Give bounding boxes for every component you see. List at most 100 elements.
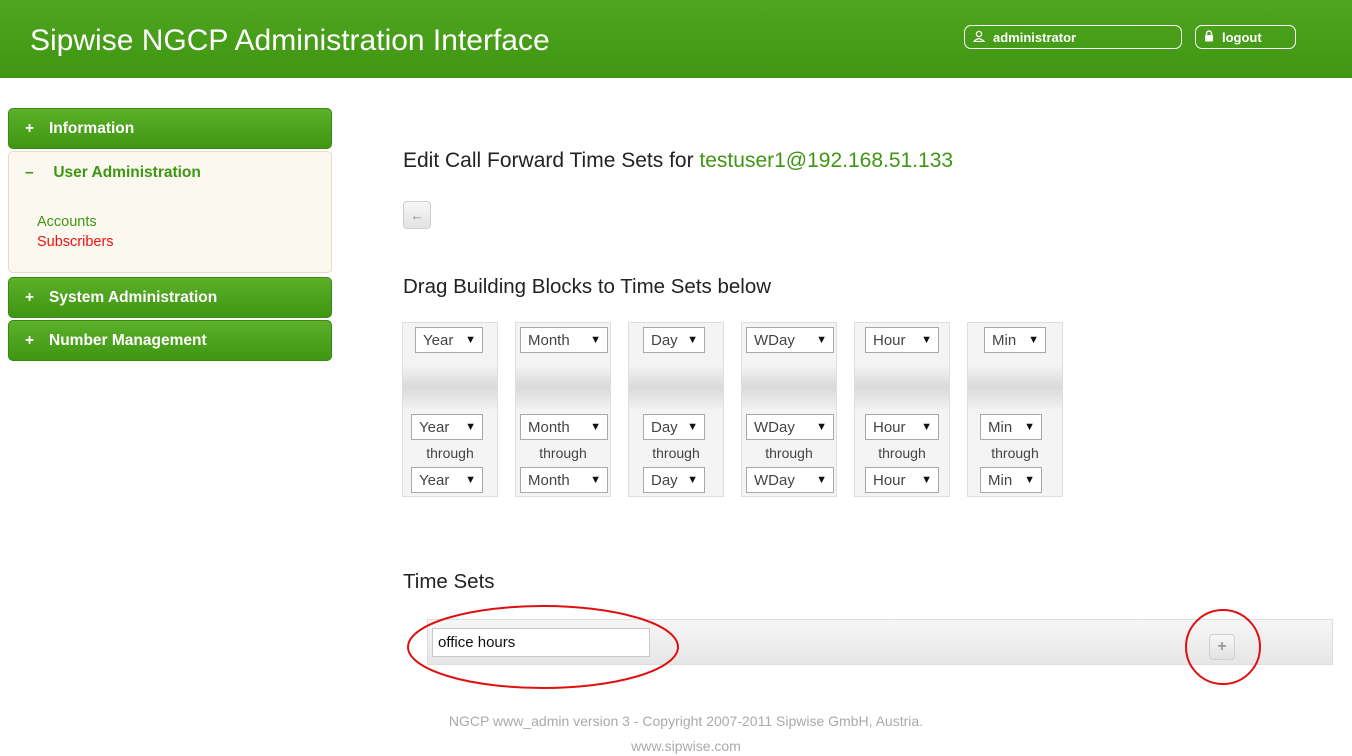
select-value: WDay bbox=[754, 471, 795, 489]
user-icon bbox=[972, 30, 986, 45]
sidebar-item-label: System Administration bbox=[49, 288, 218, 306]
time-set-name-input[interactable]: office hours bbox=[432, 628, 650, 657]
user-account-button[interactable]: administrator bbox=[964, 25, 1182, 49]
select-value: Month bbox=[528, 331, 570, 349]
dropdown-arrow-icon: ▼ bbox=[816, 474, 827, 486]
select-value: WDay bbox=[754, 418, 795, 436]
select-value: Year bbox=[419, 418, 450, 436]
logout-label: logout bbox=[1222, 29, 1262, 45]
day-select[interactable]: Day ▼ bbox=[643, 327, 705, 353]
wday-from-select[interactable]: WDay ▼ bbox=[746, 414, 834, 440]
wday-to-select[interactable]: WDay ▼ bbox=[746, 467, 834, 493]
expand-icon: + bbox=[25, 119, 35, 137]
hour-from-select[interactable]: Hour ▼ bbox=[865, 414, 939, 440]
building-block-day[interactable]: Day ▼ Day ▼ through Day ▼ bbox=[628, 322, 724, 497]
sidebar-link-subscribers[interactable]: Subscribers bbox=[37, 234, 114, 250]
block-divider bbox=[968, 365, 1062, 409]
through-label: through bbox=[991, 445, 1039, 461]
select-value: Min bbox=[988, 471, 1013, 489]
block-divider bbox=[516, 365, 610, 409]
dropdown-arrow-icon: ▼ bbox=[590, 474, 601, 486]
day-to-select[interactable]: Day ▼ bbox=[643, 467, 705, 493]
select-value: Min bbox=[988, 418, 1013, 436]
select-value: Min bbox=[992, 331, 1017, 349]
year-from-select[interactable]: Year ▼ bbox=[411, 414, 483, 440]
select-value: Day bbox=[651, 418, 678, 436]
add-time-set-button[interactable]: + bbox=[1209, 634, 1235, 660]
plus-icon: + bbox=[1217, 638, 1227, 655]
select-value: WDay bbox=[754, 331, 795, 349]
through-label: through bbox=[539, 445, 587, 461]
sidebar-link-accounts[interactable]: Accounts bbox=[37, 214, 97, 230]
min-from-select[interactable]: Min ▼ bbox=[980, 414, 1042, 440]
footer-website-link[interactable]: www.sipwise.com bbox=[631, 738, 741, 754]
block-divider bbox=[629, 365, 723, 409]
select-value: Day bbox=[651, 331, 678, 349]
sidebar-item-label: User Administration bbox=[53, 164, 201, 181]
dropdown-arrow-icon: ▼ bbox=[1024, 421, 1035, 433]
min-to-select[interactable]: Min ▼ bbox=[980, 467, 1042, 493]
dropdown-arrow-icon: ▼ bbox=[921, 474, 932, 486]
dropdown-arrow-icon: ▼ bbox=[1028, 334, 1039, 346]
dropdown-arrow-icon: ▼ bbox=[816, 421, 827, 433]
dropdown-arrow-icon: ▼ bbox=[687, 474, 698, 486]
select-value: Hour bbox=[873, 471, 906, 489]
day-from-select[interactable]: Day ▼ bbox=[643, 414, 705, 440]
building-block-min[interactable]: Min ▼ Min ▼ through Min ▼ bbox=[967, 322, 1063, 497]
sidebar-item-number-management[interactable]: + Number Management bbox=[8, 320, 332, 361]
page-title-text: Edit Call Forward Time Sets for bbox=[403, 149, 700, 172]
back-button[interactable]: ← bbox=[403, 201, 431, 229]
building-block-hour[interactable]: Hour ▼ Hour ▼ through Hour ▼ bbox=[854, 322, 950, 497]
building-block-year[interactable]: Year ▼ Year ▼ through Year ▼ bbox=[402, 322, 498, 497]
month-to-select[interactable]: Month ▼ bbox=[520, 467, 608, 493]
hour-select[interactable]: Hour ▼ bbox=[865, 327, 939, 353]
dropdown-arrow-icon: ▼ bbox=[816, 334, 827, 346]
expand-icon: + bbox=[25, 331, 35, 349]
sidebar-item-system-administration[interactable]: + System Administration bbox=[8, 277, 332, 318]
select-value: Day bbox=[651, 471, 678, 489]
block-divider bbox=[742, 365, 836, 409]
select-value: Month bbox=[528, 418, 570, 436]
sidebar-item-label: Information bbox=[49, 119, 135, 137]
dropdown-arrow-icon: ▼ bbox=[465, 421, 476, 433]
logout-button[interactable]: logout bbox=[1195, 25, 1296, 49]
dropdown-arrow-icon: ▼ bbox=[921, 421, 932, 433]
subscriber-link[interactable]: testuser1@192.168.51.133 bbox=[699, 149, 953, 172]
hour-to-select[interactable]: Hour ▼ bbox=[865, 467, 939, 493]
dropdown-arrow-icon: ▼ bbox=[465, 474, 476, 486]
dropdown-arrow-icon: ▼ bbox=[687, 334, 698, 346]
select-value: Year bbox=[419, 471, 450, 489]
month-from-select[interactable]: Month ▼ bbox=[520, 414, 608, 440]
block-divider bbox=[403, 365, 497, 409]
year-select[interactable]: Year ▼ bbox=[415, 327, 483, 353]
lock-icon bbox=[1204, 29, 1214, 45]
time-sets-heading: Time Sets bbox=[403, 570, 495, 593]
dropdown-arrow-icon: ▼ bbox=[687, 421, 698, 433]
building-block-month[interactable]: Month ▼ Month ▼ through Month ▼ bbox=[515, 322, 611, 497]
dropdown-arrow-icon: ▼ bbox=[921, 334, 932, 346]
header-bar: Sipwise NGCP Administration Interface ad… bbox=[0, 0, 1352, 78]
min-select[interactable]: Min ▼ bbox=[984, 327, 1046, 353]
wday-select[interactable]: WDay ▼ bbox=[746, 327, 834, 353]
sidebar-item-label: Number Management bbox=[49, 331, 207, 349]
footer-copyright: NGCP www_admin version 3 - Copyright 200… bbox=[0, 713, 1352, 729]
page-title: Edit Call Forward Time Sets for testuser… bbox=[403, 149, 953, 173]
select-value: Hour bbox=[873, 331, 906, 349]
year-to-select[interactable]: Year ▼ bbox=[411, 467, 483, 493]
dropdown-arrow-icon: ▼ bbox=[1024, 474, 1035, 486]
through-label: through bbox=[765, 445, 813, 461]
dropdown-arrow-icon: ▼ bbox=[590, 334, 601, 346]
app-title: Sipwise NGCP Administration Interface bbox=[30, 24, 550, 57]
dropdown-arrow-icon: ▼ bbox=[590, 421, 601, 433]
month-select[interactable]: Month ▼ bbox=[520, 327, 608, 353]
user-account-label: administrator bbox=[993, 29, 1077, 45]
sidebar-item-information[interactable]: + Information bbox=[8, 108, 332, 149]
building-block-wday[interactable]: WDay ▼ WDay ▼ through WDay ▼ bbox=[741, 322, 837, 497]
through-label: through bbox=[878, 445, 926, 461]
footer-website: www.sipwise.com bbox=[0, 738, 1352, 754]
dropdown-arrow-icon: ▼ bbox=[465, 334, 476, 346]
through-label: through bbox=[426, 445, 474, 461]
through-label: through bbox=[652, 445, 700, 461]
sidebar-section-user-administration: – User Administration Accounts Subscribe… bbox=[8, 151, 332, 273]
sidebar-item-user-administration[interactable]: – User Administration bbox=[25, 164, 201, 182]
